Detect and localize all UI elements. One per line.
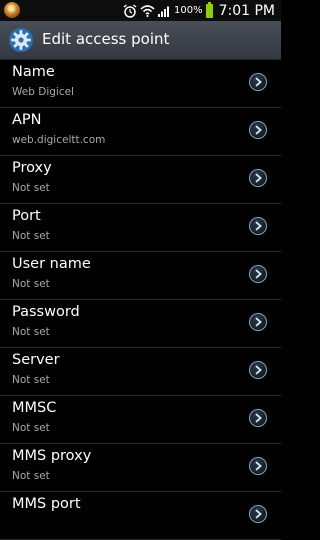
chevron-right-icon [249,121,267,139]
setting-value: Not set [12,374,50,386]
title-bar: Edit access point [0,21,281,60]
setting-label: MMSC [12,400,57,416]
setting-value: Not set [12,278,50,290]
setting-label: MMS proxy [12,448,92,464]
setting-label: Proxy [12,160,52,176]
chevron-right-icon [249,409,267,427]
setting-label: Port [12,208,41,224]
notification-icon [4,2,20,18]
wifi-icon [140,5,155,17]
setting-label: Name [12,64,55,80]
alarm-icon [123,3,137,18]
chevron-right-icon [249,361,267,379]
chevron-right-icon [249,169,267,187]
setting-password[interactable]: Password Not set [0,300,281,348]
setting-mmsc[interactable]: MMSC Not set [0,396,281,444]
setting-mms-port[interactable]: MMS port [0,492,281,540]
setting-label: Password [12,304,80,320]
setting-label: User name [12,256,91,272]
battery-percent: 100% [173,5,203,16]
settings-gear-icon[interactable] [8,27,34,53]
setting-label: MMS port [12,496,81,512]
status-bar: 100% 7:01 PM [0,0,281,21]
signal-icon [157,6,169,17]
setting-apn[interactable]: APN web.digiceltt.com [0,108,281,156]
setting-proxy[interactable]: Proxy Not set [0,156,281,204]
setting-mms-proxy[interactable]: MMS proxy Not set [0,444,281,492]
setting-name[interactable]: Name Web Digicel [0,60,281,108]
setting-label: APN [12,112,42,128]
clock: 7:01 PM [218,2,275,19]
setting-value: Web Digicel [12,86,74,98]
setting-value: Not set [12,422,50,434]
setting-value: Not set [12,230,50,242]
chevron-right-icon [249,217,267,235]
chevron-right-icon [249,265,267,283]
chevron-right-icon [249,313,267,331]
setting-value: Not set [12,182,50,194]
setting-label: Server [12,352,60,368]
setting-value: web.digiceltt.com [12,134,106,146]
page-title: Edit access point [42,30,170,48]
setting-server[interactable]: Server Not set [0,348,281,396]
chevron-right-icon [249,457,267,475]
settings-list: Name Web Digicel APN web.digiceltt.com P… [0,60,281,540]
setting-value: Not set [12,326,50,338]
battery-icon [205,1,213,18]
setting-user-name[interactable]: User name Not set [0,252,281,300]
setting-port[interactable]: Port Not set [0,204,281,252]
setting-value: Not set [12,470,50,482]
chevron-right-icon [249,73,267,91]
chevron-right-icon [249,505,267,523]
status-icons: 100% 7:01 PM [123,0,275,21]
